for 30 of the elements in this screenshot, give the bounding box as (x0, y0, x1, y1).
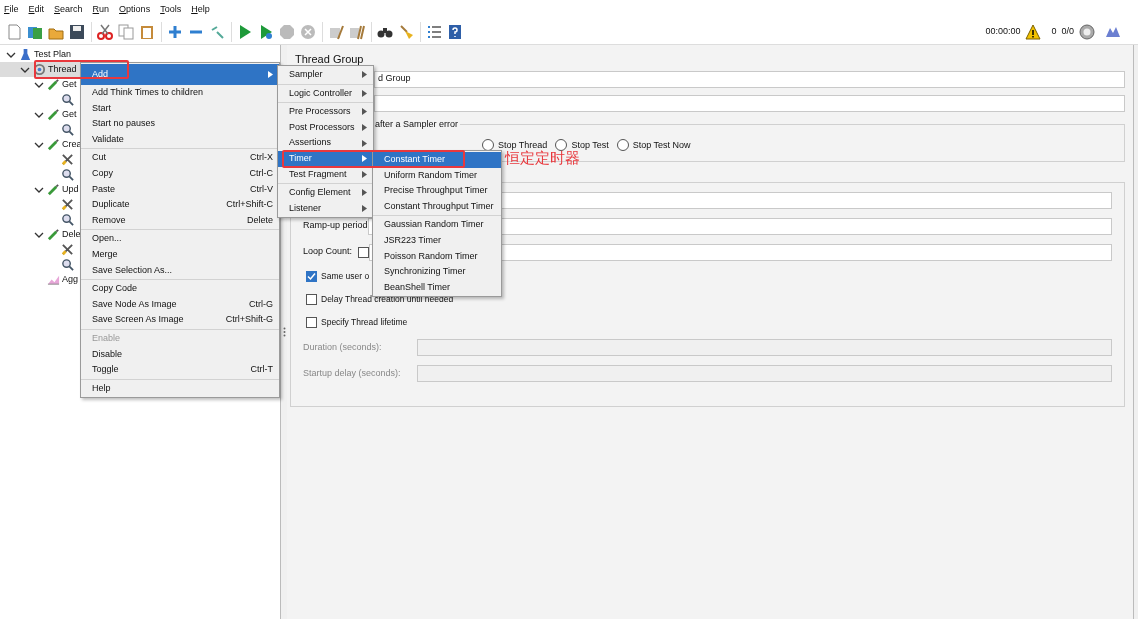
group-legend: after a Sampler error (373, 117, 461, 131)
shortcut-label: Ctrl-C (248, 167, 273, 180)
shortcut-label: Ctrl-V (249, 182, 273, 196)
warning-count: 0 (1051, 24, 1057, 38)
field-label: Ramp-up period (303, 219, 368, 233)
tree-label: Get (62, 107, 77, 121)
tree-label: Thread (48, 62, 77, 76)
tree-label: Get (62, 77, 77, 91)
radio-label: Stop Thread (498, 138, 548, 150)
field-label: Duration (seconds): (303, 340, 383, 354)
annotation-text: 恒定定时器 (505, 149, 580, 169)
thread-count: 0/0 (1061, 24, 1074, 38)
shortcut-label: Delete (246, 213, 273, 227)
shortcut-label: Ctrl+Shift-C (225, 198, 273, 212)
tree-label: Dele (62, 227, 81, 241)
field-label: Loop Count: (303, 245, 353, 259)
tree-label: Test Plan (34, 47, 72, 61)
checkbox-label: Same user o (321, 270, 370, 283)
elapsed-time: 00:00:00 (985, 24, 1021, 38)
shortcut-label: Ctrl-X (249, 151, 273, 165)
shortcut-label: Ctrl+Shift-G (224, 313, 273, 327)
panel-title: Thread Group (295, 52, 365, 67)
field-label: Startup delay (seconds): (303, 366, 402, 380)
radio-label: Stop Test (571, 138, 609, 151)
shortcut-label: Ctrl-T (249, 363, 273, 377)
shortcut-label: Ctrl-G (248, 297, 273, 311)
tree-label: Upd (62, 182, 79, 196)
tree-label: Agg (62, 272, 78, 286)
checkbox-label: Specify Thread lifetime (321, 316, 408, 329)
radio-label: Stop Test Now (632, 138, 691, 152)
